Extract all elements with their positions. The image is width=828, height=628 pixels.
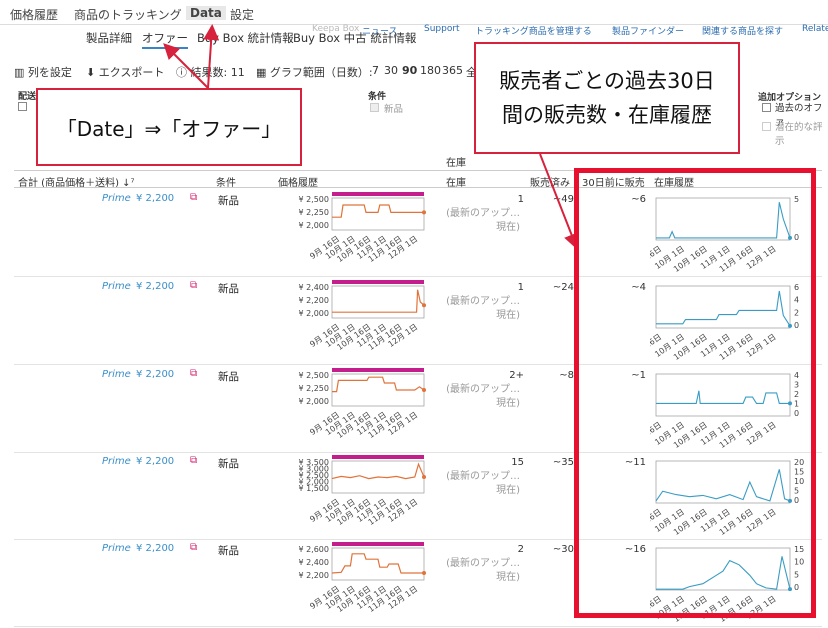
- arrow-to-data: [203, 24, 220, 89]
- arrow-to-history: [539, 153, 580, 250]
- highlight-box: [574, 168, 816, 618]
- page: 価格履歴 商品のトラッキング Data 設定 Keepa Box ニュース Su…: [0, 0, 828, 628]
- arrow-to-offers: [163, 43, 209, 89]
